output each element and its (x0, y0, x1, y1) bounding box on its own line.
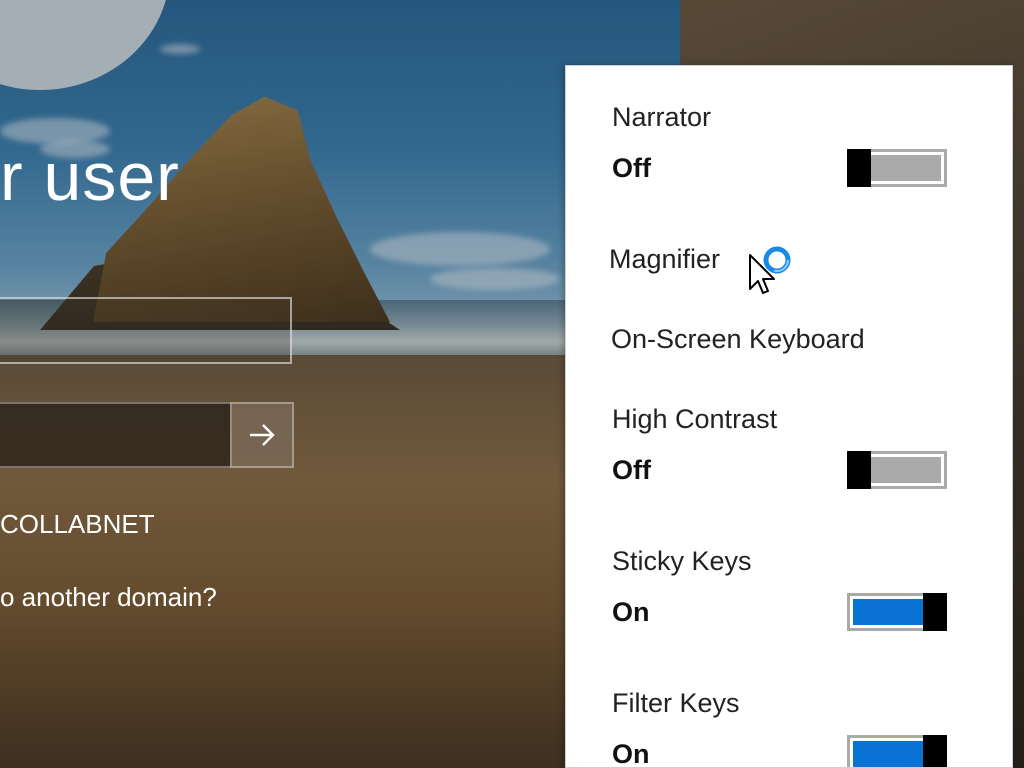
high-contrast-item: High Contrast (612, 404, 777, 435)
sticky-keys-item: Sticky Keys (612, 546, 752, 577)
toggle-thumb (923, 593, 947, 631)
domain-name: COLLABNET (0, 509, 155, 539)
toggle-track (853, 599, 924, 625)
arrow-right-icon (250, 424, 275, 446)
password-field[interactable] (0, 402, 232, 468)
toggle-track (853, 741, 924, 767)
narrator-item: Narrator (612, 102, 711, 133)
sticky-keys-label: Sticky Keys (612, 546, 752, 576)
onscreen-keyboard-item[interactable]: On-Screen Keyboard (611, 324, 865, 355)
magnifier-item[interactable]: Magnifier (609, 244, 720, 275)
filter-keys-state: On (612, 739, 650, 768)
toggle-thumb (847, 149, 871, 187)
toggle-thumb (923, 735, 947, 767)
onscreen-keyboard-label: On-Screen Keyboard (611, 324, 865, 354)
high-contrast-state: Off (612, 455, 651, 485)
signin-title: r user (0, 139, 180, 215)
magnifier-label: Magnifier (609, 244, 721, 274)
narrator-toggle[interactable] (847, 149, 947, 187)
filter-keys-label: Filter Keys (612, 688, 740, 718)
other-domain-link[interactable]: o another domain? (0, 582, 217, 613)
sticky-keys-toggle[interactable] (847, 593, 947, 631)
toggle-thumb (847, 451, 871, 489)
high-contrast-toggle[interactable] (847, 451, 947, 489)
sticky-keys-state: On (612, 597, 650, 627)
filter-keys-toggle[interactable] (847, 735, 947, 767)
narrator-state: Off (612, 153, 651, 183)
filter-keys-item: Filter Keys (612, 688, 740, 719)
username-field[interactable] (0, 297, 292, 364)
submit-button[interactable] (230, 402, 294, 468)
narrator-label: Narrator (612, 102, 712, 132)
high-contrast-label: High Contrast (612, 404, 778, 434)
ease-of-access-flyout: Narrator Off Magnifier On-Screen Keyboar… (565, 65, 1013, 768)
